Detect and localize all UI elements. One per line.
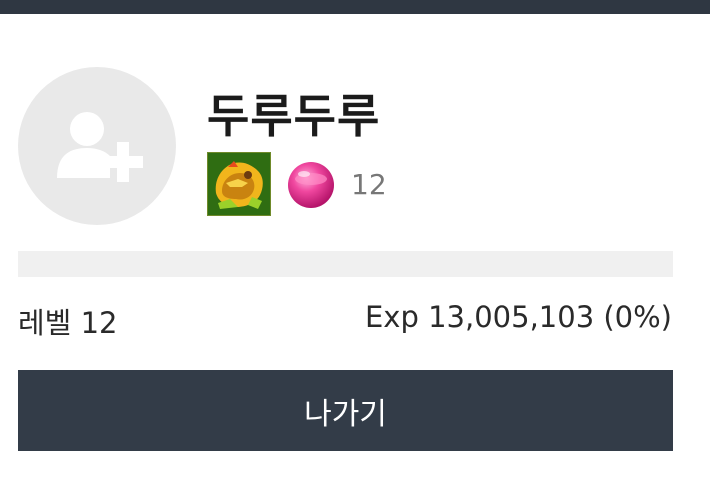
username: 두루두루 (207, 89, 381, 143)
exit-button[interactable]: 나가기 (18, 370, 673, 451)
gem-count: 12 (351, 167, 387, 201)
exp-progress-bar (18, 251, 673, 277)
add-user-icon (57, 112, 143, 182)
exp-label: Exp 13,005,103 (0%) (364, 300, 672, 334)
avatar[interactable] (18, 67, 176, 225)
level-label: 레벨 12 (18, 306, 118, 340)
guild-emblem-icon[interactable] (207, 152, 271, 216)
badge-row: 12 (207, 151, 387, 217)
top-bar (0, 0, 710, 14)
pink-gem-icon (285, 158, 337, 210)
